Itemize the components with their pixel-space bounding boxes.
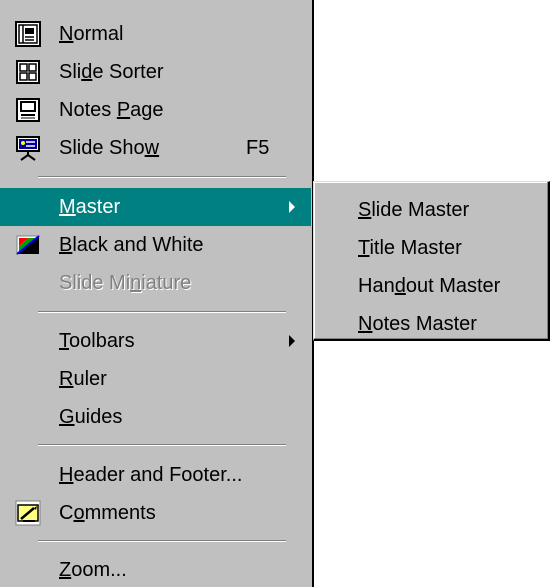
notes-page-icon — [16, 98, 40, 122]
submenu-arrow-icon — [289, 201, 295, 213]
menu-item-toolbars[interactable]: Toolbars — [0, 322, 311, 360]
menu-item-black-and-white[interactable]: Black and White — [0, 226, 311, 264]
menu-item-label: Ruler — [59, 368, 107, 390]
menu-separator — [38, 540, 286, 542]
menu-item-label: Normal — [59, 23, 124, 45]
menu-separator — [38, 444, 286, 446]
submenu-item-title-master[interactable]: Title Master — [314, 229, 548, 267]
menu-item-comments[interactable]: Comments — [0, 494, 311, 532]
menu-item-label: Notes Page — [59, 99, 164, 121]
menu-item-label: Slide Miniature — [59, 272, 192, 294]
black-and-white-icon — [16, 235, 41, 256]
screen: Normal Slide Sorter Notes Page Slide Sho… — [0, 0, 550, 587]
menu-item-label: Toolbars — [59, 330, 135, 352]
menu-item-slide-miniature: Slide Miniature — [0, 264, 311, 302]
menu-item-zoom[interactable]: Zoom... — [0, 551, 311, 587]
menu-item-label: Slide Show — [59, 137, 160, 159]
submenu-item-slide-master[interactable]: Slide Master — [314, 191, 548, 229]
menu-item-label: Guides — [59, 406, 123, 428]
comments-icon — [15, 500, 41, 526]
menu-item-header-and-footer[interactable]: Header and Footer... — [0, 456, 311, 494]
menu-item-master[interactable]: Master — [0, 188, 311, 226]
menu-item-slide-show[interactable]: Slide Show F5 — [0, 129, 311, 167]
normal-view-icon — [15, 21, 41, 47]
slide-show-icon — [16, 136, 40, 161]
menu-item-label: Black and White — [59, 234, 204, 256]
menu-item-label: Comments — [59, 502, 156, 524]
menu-item-guides[interactable]: Guides — [0, 398, 311, 436]
submenu-item-label: Handout Master — [358, 275, 501, 297]
submenu-item-handout-master[interactable]: Handout Master — [314, 267, 548, 305]
menu-item-label: Slide Sorter — [59, 61, 164, 83]
menu-item-normal[interactable]: Normal — [0, 15, 311, 53]
shortcut-label: F5 — [246, 137, 270, 159]
menu-item-ruler[interactable]: Ruler — [0, 360, 311, 398]
submenu-item-notes-master[interactable]: Notes Master — [314, 305, 548, 337]
menu-item-notes-page[interactable]: Notes Page — [0, 91, 311, 129]
submenu-item-label: Slide Master — [358, 199, 470, 221]
view-menu: Normal Slide Sorter Notes Page Slide Sho… — [0, 0, 314, 587]
submenu-item-label: Notes Master — [358, 313, 477, 335]
menu-item-label: Header and Footer... — [59, 464, 243, 486]
menu-separator — [38, 311, 286, 313]
menu-item-label: Master — [59, 196, 121, 218]
master-submenu: Slide Master Title Master Handout Master… — [313, 181, 550, 341]
menu-separator — [38, 176, 286, 178]
menu-item-slide-sorter[interactable]: Slide Sorter — [0, 53, 311, 91]
submenu-item-label: Title Master — [358, 237, 462, 259]
slide-sorter-icon — [16, 60, 40, 84]
submenu-arrow-icon — [289, 335, 295, 347]
menu-item-label: Zoom... — [59, 559, 127, 581]
